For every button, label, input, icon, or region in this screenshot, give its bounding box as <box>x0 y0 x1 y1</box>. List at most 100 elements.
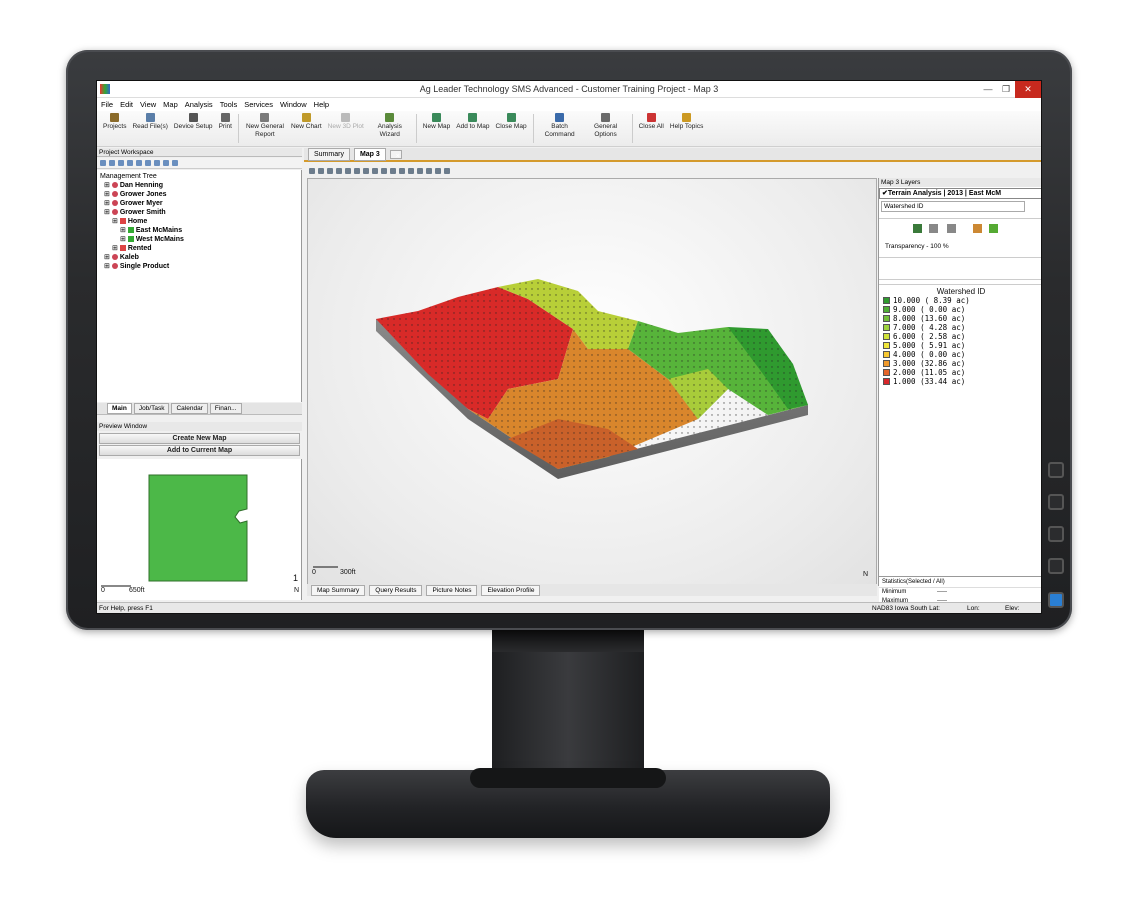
notes-icon[interactable] <box>172 160 178 166</box>
map-viewport[interactable]: 0 300ft N <box>307 178 877 586</box>
expand-icon[interactable]: ⊞ <box>104 254 112 261</box>
expand-icon[interactable]: ⊞ <box>120 236 128 243</box>
zoom-in-icon[interactable] <box>318 167 324 174</box>
expand-icon[interactable]: ⊞ <box>112 245 120 252</box>
zoom-extent-icon[interactable] <box>336 167 342 174</box>
color-icon[interactable] <box>390 167 396 174</box>
measure-icon[interactable] <box>363 167 369 174</box>
toolbar-button-device-setup[interactable]: Device Setup <box>171 111 216 146</box>
tree-item[interactable]: ⊞ Grower Myer <box>100 199 298 208</box>
layer-icon[interactable] <box>381 167 387 174</box>
document-tab[interactable]: Map 3 <box>353 147 386 161</box>
tree-item[interactable]: ⊞ Grower Smith <box>100 208 298 217</box>
map-bottom-tab[interactable]: Query Results <box>369 584 423 596</box>
legend-label: 9.000 ( 0.00 ac) <box>893 305 966 314</box>
toolbar-button-new-general-report[interactable]: New General Report <box>242 111 288 146</box>
legend-swatch <box>883 369 890 376</box>
draw-icon[interactable] <box>372 167 378 174</box>
toolbar-label: General Options <box>594 123 618 138</box>
flag-icon[interactable] <box>417 167 423 174</box>
toolbar-button-read-file-s-[interactable]: Read File(s) <box>129 111 170 146</box>
expand-icon[interactable]: ⊞ <box>120 227 128 234</box>
north-icon[interactable] <box>426 167 432 174</box>
layer-tool-icons[interactable] <box>879 219 1042 241</box>
close-tab-icon[interactable]: × <box>389 149 402 160</box>
map-bottom-tab[interactable]: Map Summary <box>311 584 366 596</box>
menu-services[interactable]: Services <box>244 98 273 111</box>
tree-item[interactable]: ⊞ West McMains <box>100 235 298 244</box>
toolbar-button-close-all[interactable]: Close All <box>636 111 667 146</box>
tree-item[interactable]: ⊞ Dan Henning <box>100 181 298 190</box>
toolbar-button-new-chart[interactable]: New Chart <box>288 111 325 146</box>
menu-file[interactable]: File <box>101 98 113 111</box>
toolbar-button-analysis-wizard[interactable]: Analysis Wizard <box>367 111 413 146</box>
toolbar-button-help-topics[interactable]: Help Topics <box>667 111 706 146</box>
menu-analysis[interactable]: Analysis <box>185 98 213 111</box>
toolbar-button-general-options[interactable]: General Options <box>583 111 629 146</box>
legend-label: 1.000 (33.44 ac) <box>893 377 966 386</box>
map-bottom-tab[interactable]: Picture Notes <box>426 584 478 596</box>
tree-item[interactable]: ⊞ Rented <box>100 244 298 253</box>
toolbar-icon <box>145 113 155 122</box>
toolbar-button-print[interactable]: Print <box>216 111 235 146</box>
add-to-current-map-button[interactable]: Add to Current Map <box>99 445 300 456</box>
menu-map[interactable]: Map <box>163 98 178 111</box>
power-button[interactable] <box>1048 592 1064 608</box>
close-button[interactable]: ✕ <box>1015 81 1041 98</box>
pan-icon[interactable] <box>345 167 351 174</box>
expand-icon[interactable]: ⊞ <box>104 182 112 189</box>
toolbar-button-close-map[interactable]: Close Map <box>493 111 530 146</box>
chart-icon[interactable] <box>163 160 169 166</box>
nav-back-icon[interactable] <box>100 160 106 166</box>
expand-icon[interactable]: ⊞ <box>112 218 120 225</box>
settings-icon[interactable] <box>444 167 450 174</box>
layer-title[interactable]: ✔Terrain Analysis | 2013 | East McM <box>879 188 1041 199</box>
zoom-out-icon[interactable] <box>327 167 333 174</box>
expand-icon[interactable]: ⊞ <box>104 263 112 270</box>
menu-help[interactable]: Help <box>314 98 329 111</box>
monitor-button-2[interactable] <box>1048 494 1064 510</box>
report-icon[interactable] <box>154 160 160 166</box>
refresh-icon[interactable] <box>118 160 124 166</box>
expand-icon[interactable]: ⊞ <box>104 191 112 198</box>
toolbar-button-add-to-map[interactable]: Add to Map <box>453 111 492 146</box>
workspace-tab[interactable]: Finan... <box>209 403 242 414</box>
map-bottom-tab[interactable]: Elevation Profile <box>481 584 541 596</box>
menu-edit[interactable]: Edit <box>120 98 133 111</box>
filter-icon[interactable] <box>127 160 133 166</box>
monitor-button-1[interactable] <box>1048 462 1064 478</box>
tree-item[interactable]: ⊞ Kaleb <box>100 253 298 262</box>
map-icon[interactable] <box>145 160 151 166</box>
expand-icon[interactable]: ⊞ <box>104 209 112 216</box>
select-icon[interactable] <box>309 167 315 174</box>
tree-item[interactable]: ⊞ Single Product <box>100 262 298 271</box>
menu-window[interactable]: Window <box>280 98 307 111</box>
legend-icon[interactable] <box>435 167 441 174</box>
monitor-button-4[interactable] <box>1048 558 1064 574</box>
expand-icon[interactable]: ⊞ <box>104 200 112 207</box>
workspace-tab[interactable]: Main <box>107 403 132 414</box>
maximize-button[interactable]: ❐ <box>997 81 1015 98</box>
toolbar-button-batch-command[interactable]: Batch Command <box>537 111 583 146</box>
tree-item[interactable]: ⊞ East McMains <box>100 226 298 235</box>
menu-tools[interactable]: Tools <box>220 98 238 111</box>
monitor-button-3[interactable] <box>1048 526 1064 542</box>
workspace-tab[interactable]: Job/Task <box>133 403 170 414</box>
rotate-icon[interactable] <box>354 167 360 174</box>
filter-clear-icon[interactable] <box>136 160 142 166</box>
tree-item[interactable]: ⊞ Home <box>100 217 298 226</box>
nav-forward-icon[interactable] <box>109 160 115 166</box>
attribute-select[interactable]: Watershed ID <box>881 201 1025 212</box>
document-tab[interactable]: Summary <box>308 147 350 161</box>
workspace-tab[interactable]: Calendar <box>171 403 208 414</box>
point-icon[interactable] <box>399 167 405 174</box>
create-new-map-button[interactable]: Create New Map <box>99 433 300 444</box>
toolbar-button-projects[interactable]: Projects <box>100 111 129 146</box>
split-icon[interactable] <box>408 167 414 174</box>
tree-item[interactable]: ⊞ Grower Jones <box>100 190 298 199</box>
minimize-button[interactable]: — <box>979 81 997 98</box>
toolbar-button-new-3d-plot[interactable]: New 3D Plot <box>325 111 367 146</box>
menu-view[interactable]: View <box>140 98 156 111</box>
toolbar-button-new-map[interactable]: New Map <box>420 111 453 146</box>
terrain-3d-map[interactable] <box>308 179 878 587</box>
